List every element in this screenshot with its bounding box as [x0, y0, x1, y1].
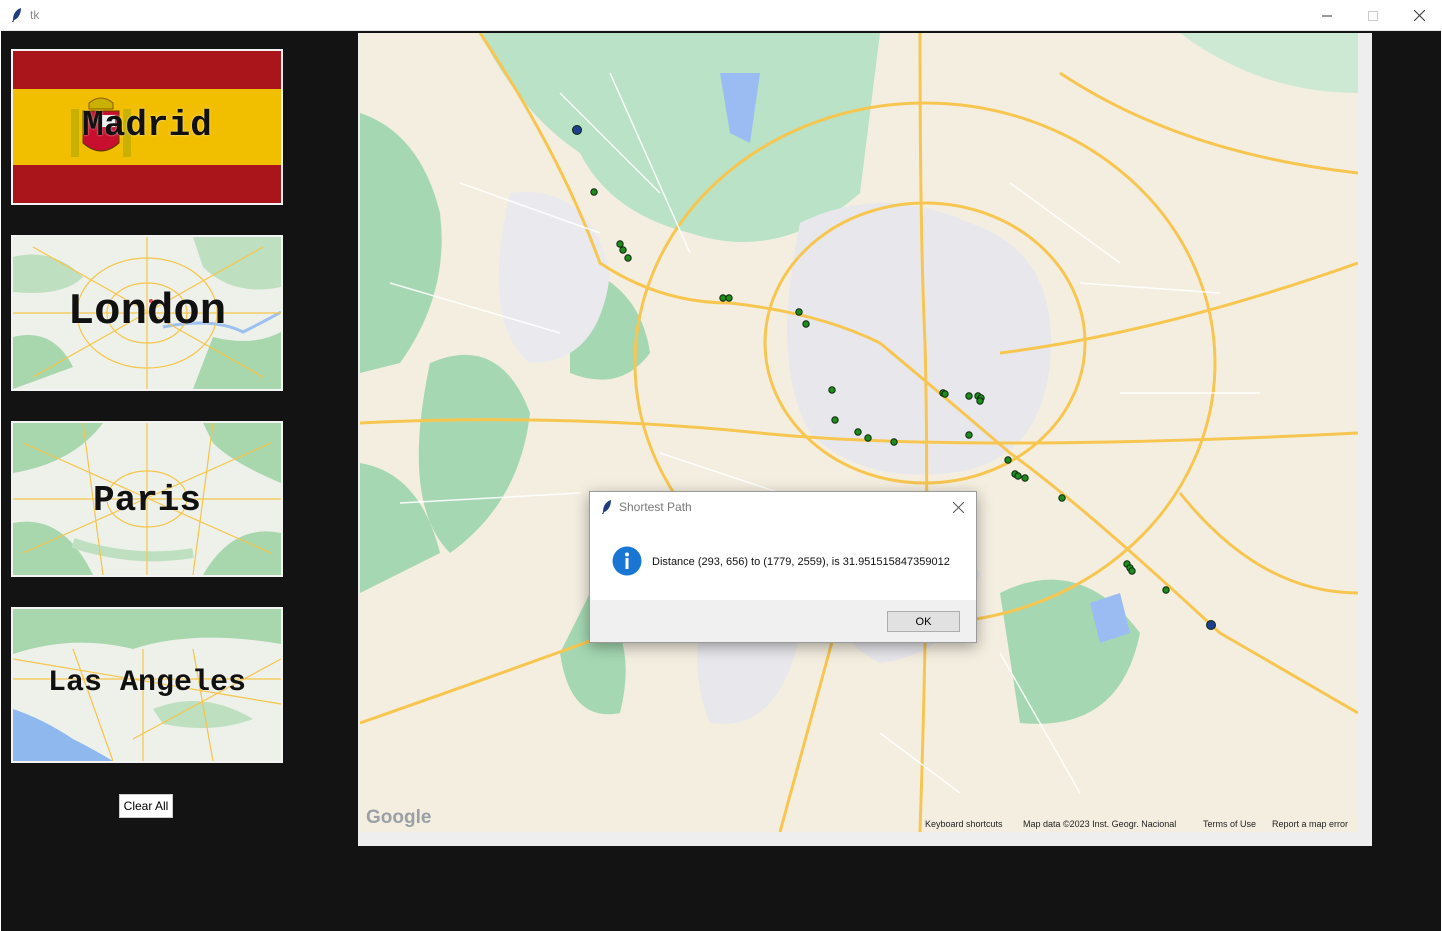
minimize-icon	[1322, 15, 1332, 16]
path-node-marker	[854, 428, 862, 436]
path-node-marker	[802, 320, 810, 328]
path-node-marker	[890, 438, 898, 446]
maximize-icon	[1368, 10, 1378, 21]
city-button-paris[interactable]: Paris	[11, 421, 283, 577]
terms-of-use-link[interactable]: Terms of Use	[1203, 819, 1256, 829]
path-node-marker	[965, 392, 973, 400]
path-node-marker	[1004, 456, 1012, 464]
feather-icon	[10, 7, 24, 28]
path-node-marker	[1128, 567, 1136, 575]
path-node-marker	[941, 390, 949, 398]
city-label: London	[67, 287, 227, 337]
close-icon	[1413, 10, 1425, 21]
city-button-madrid[interactable]: Madrid	[11, 49, 283, 205]
close-icon	[952, 501, 964, 513]
path-node-marker	[1058, 494, 1066, 502]
dialog-title: Shortest Path	[619, 500, 692, 514]
ok-button[interactable]: OK	[887, 611, 960, 632]
path-node-marker	[1021, 474, 1029, 482]
feather-icon	[600, 499, 614, 520]
path-endpoint-marker	[572, 125, 582, 135]
path-node-marker	[828, 386, 836, 394]
window-title-bar: tk	[0, 0, 1442, 31]
path-node-marker	[619, 246, 627, 254]
info-icon	[612, 546, 642, 581]
google-logo: Google	[366, 807, 432, 828]
map-canvas[interactable]: Google	[360, 33, 1358, 832]
shortest-path-dialog: Shortest Path Distance (293, 656) to (17…	[589, 491, 977, 643]
dialog-message: Distance (293, 656) to (1779, 2559), is …	[652, 556, 950, 568]
path-node-marker	[795, 308, 803, 316]
city-button-los-angeles[interactable]: Las Angeles	[11, 607, 283, 763]
path-node-marker	[976, 397, 984, 405]
path-node-marker	[864, 434, 872, 442]
maximize-button[interactable]	[1350, 0, 1396, 31]
path-node-marker	[624, 254, 632, 262]
city-label: Paris	[92, 480, 202, 521]
path-node-marker	[616, 240, 624, 248]
dialog-close-button[interactable]	[948, 498, 968, 516]
path-node-marker	[719, 294, 727, 302]
madrid-map	[360, 33, 1358, 832]
city-label: Madrid	[82, 105, 212, 146]
path-node-marker	[725, 294, 733, 302]
keyboard-shortcuts-link[interactable]: Keyboard shortcuts	[925, 819, 1003, 829]
city-button-london[interactable]: London	[11, 235, 283, 391]
path-node-marker	[1162, 586, 1170, 594]
path-node-marker	[1014, 472, 1022, 480]
clear-all-button[interactable]: Clear All	[119, 794, 173, 818]
path-endpoint-marker	[1206, 620, 1216, 630]
report-map-error-link[interactable]: Report a map error	[1272, 819, 1348, 829]
city-label: Las Angeles	[47, 666, 247, 700]
minimize-button[interactable]	[1304, 0, 1350, 31]
path-node-marker	[965, 431, 973, 439]
path-node-marker	[831, 416, 839, 424]
close-button[interactable]	[1396, 0, 1442, 31]
map-data-attribution: Map data ©2023 Inst. Geogr. Nacional	[1023, 819, 1177, 829]
window-title: tk	[30, 8, 40, 22]
path-node-marker	[590, 188, 598, 196]
